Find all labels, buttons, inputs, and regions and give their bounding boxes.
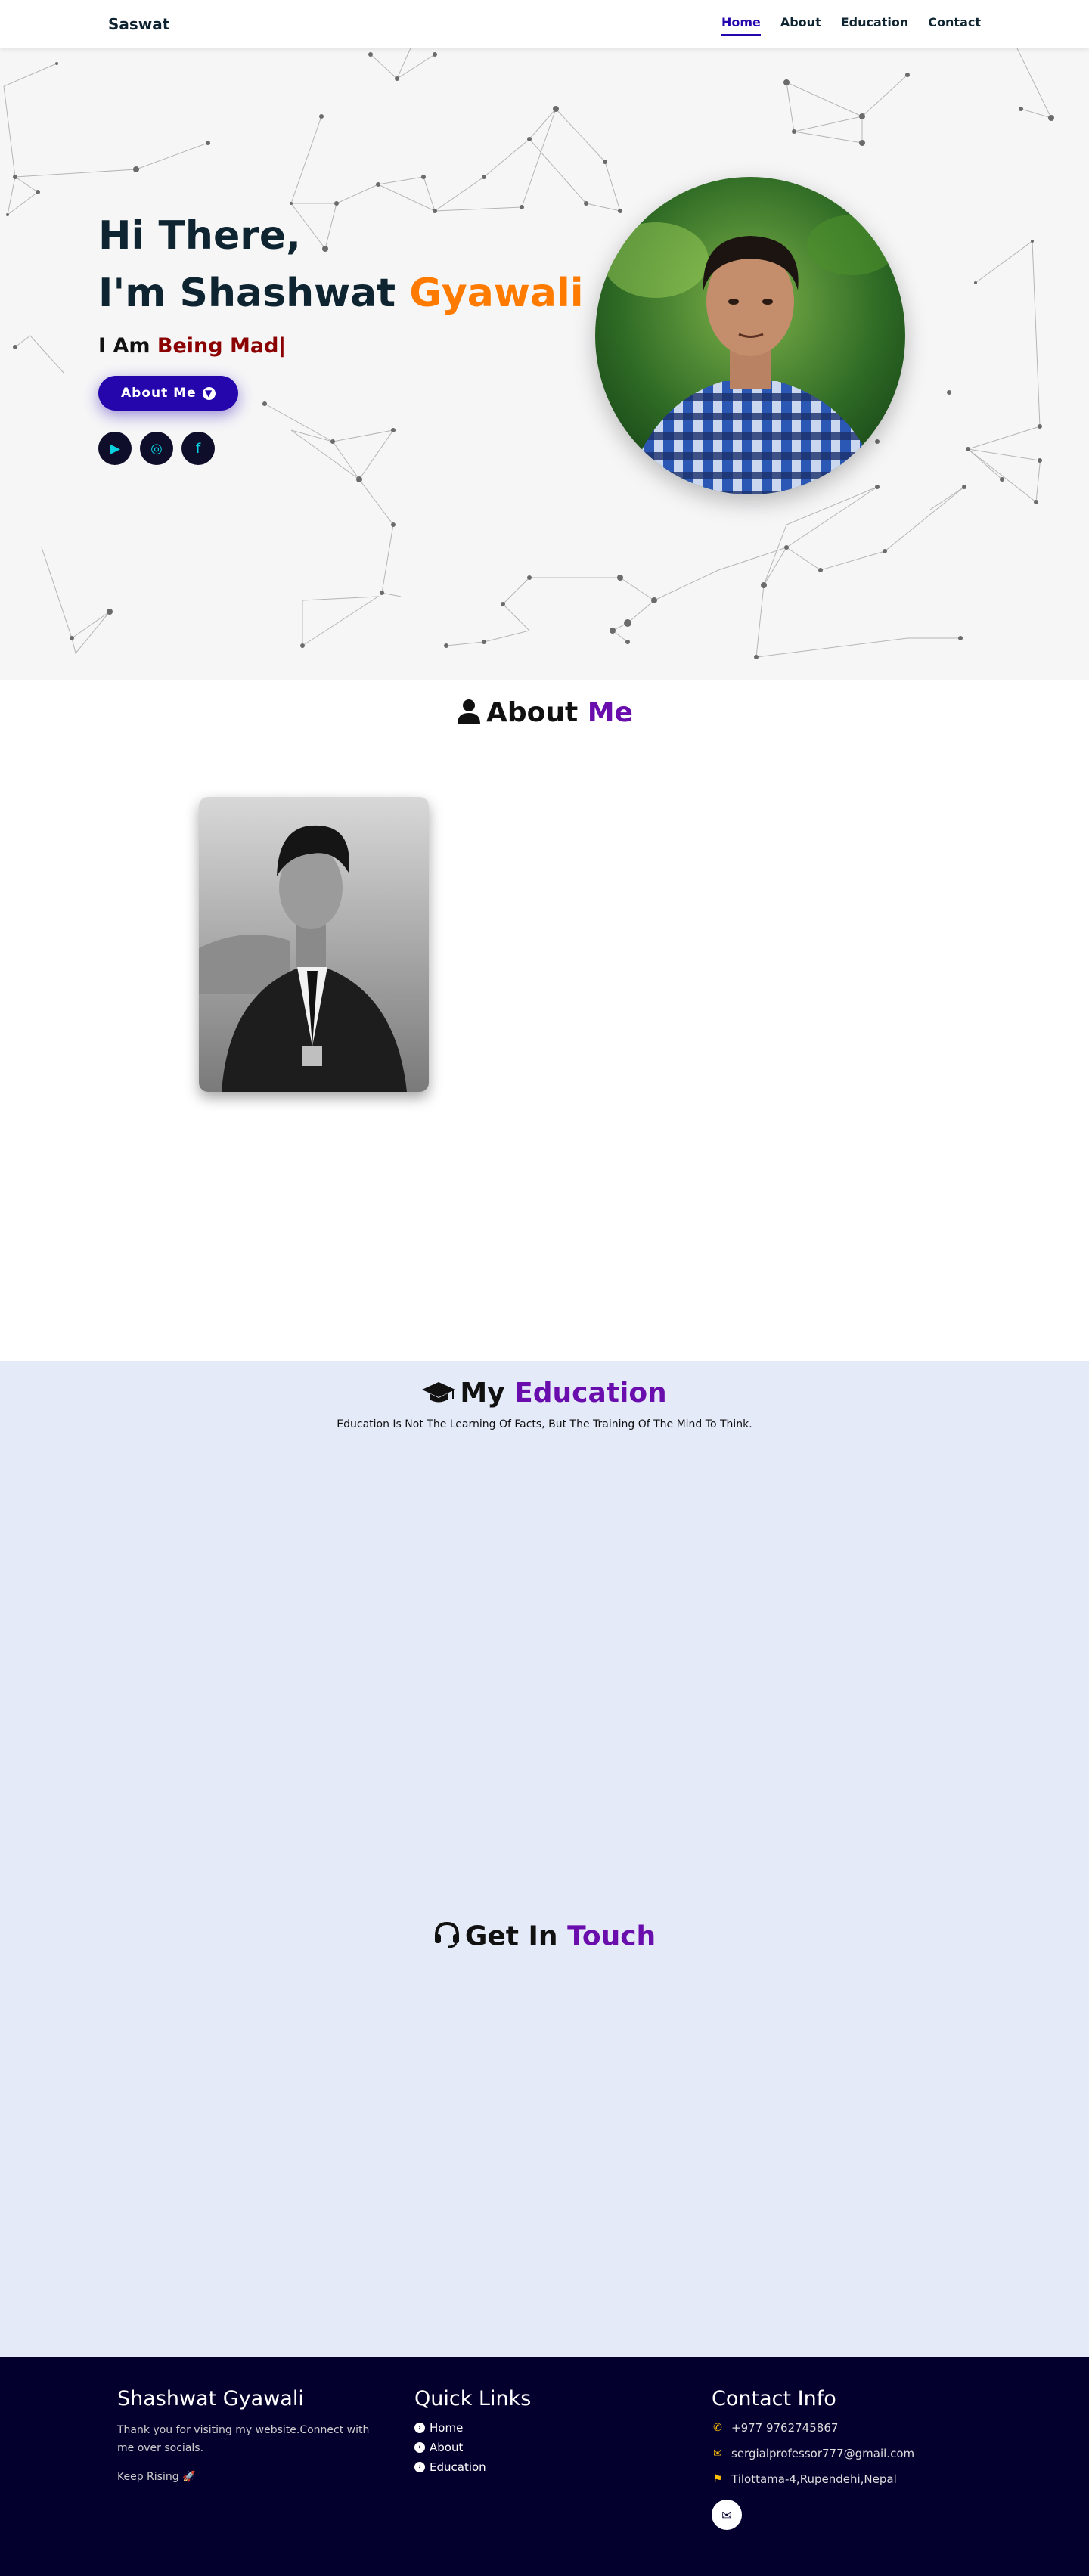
nav-links: Home About Education Contact: [721, 15, 981, 36]
quick-link-home[interactable]: › Home: [414, 2421, 531, 2435]
arrow-down-circle-icon: ▼: [202, 386, 216, 400]
hero-section: Hi There, I'm Shashwat Gyawali I Am Bein…: [0, 48, 1089, 680]
headset-icon: [433, 1920, 461, 1954]
nav-link-education[interactable]: Education: [841, 15, 909, 36]
education-heading-prefix: My: [460, 1378, 515, 1409]
about-me-label: About Me: [121, 386, 197, 401]
contact-address-value: Tilottama-4,Rupendehi,Nepal: [731, 2472, 897, 2486]
nav-link-contact[interactable]: Contact: [928, 15, 981, 36]
user-icon: [456, 698, 482, 730]
footer-name: Shashwat Gyawali: [117, 2387, 304, 2410]
envelope-icon: ✉: [713, 2447, 722, 2460]
quick-link-about[interactable]: › About: [414, 2441, 531, 2454]
contact-phone: ✆ +977 9762745867: [712, 2421, 914, 2435]
contact-heading: Get In Touch: [0, 1920, 1089, 1954]
nav-link-about[interactable]: About: [780, 15, 821, 36]
hero-profile-photo: [595, 177, 905, 494]
education-heading: My Education: [0, 1378, 1089, 1410]
typing-text: I Am Being Mad|: [98, 334, 584, 358]
map-marker-icon: ⚑: [712, 2473, 723, 2485]
nav-link-home[interactable]: Home: [721, 15, 761, 36]
about-section: About Me: [0, 680, 1089, 1361]
contact-info-title: Contact Info: [712, 2387, 836, 2410]
footer-thanks-text: Thank you for visiting my website.Connec…: [117, 2424, 370, 2454]
education-heading-accent: Education: [514, 1378, 667, 1409]
navbar: Saswat Home About Education Contact: [0, 0, 1089, 48]
quick-links-list: › Home › About › Education: [414, 2421, 531, 2474]
quick-link-label: Home: [430, 2421, 464, 2435]
quick-link-education[interactable]: › Education: [414, 2460, 531, 2474]
instagram-icon[interactable]: ◎: [140, 432, 173, 465]
footer: Shashwat Gyawali Thank you for visiting …: [0, 2357, 1089, 2576]
chevron-right-icon: ›: [414, 2462, 425, 2472]
about-heading: About Me: [0, 697, 1089, 730]
contact-phone-value: +977 9762745867: [731, 2421, 839, 2435]
footer-about-column: Shashwat Gyawali Thank you for visiting …: [117, 2387, 374, 2483]
contact-heading-prefix: Get In: [464, 1920, 568, 1952]
footer-tagline: Keep Rising 🚀: [117, 2471, 196, 2483]
footer-contact-column: Contact Info ✆ +977 9762745867 ✉ sergialpr…: [712, 2387, 914, 2530]
about-profile-photo: [199, 797, 429, 1092]
about-me-button[interactable]: About Me ▼: [98, 376, 238, 411]
quick-link-label: Education: [430, 2460, 486, 2474]
chevron-right-icon: ›: [414, 2442, 425, 2453]
typing-accent: Being Mad|: [157, 334, 287, 358]
facebook-icon[interactable]: f: [182, 432, 215, 465]
contact-email-value: sergialprofessor777@gmail.com: [731, 2447, 915, 2460]
contact-heading-accent: Touch: [567, 1920, 656, 1952]
contact-address: ⚑ Tilottama-4,Rupendehi,Nepal: [712, 2472, 914, 2486]
education-quote: Education Is Not The Learning Of Facts, …: [337, 1418, 752, 1431]
phone-icon: ✆: [713, 2422, 722, 2434]
about-heading-accent: Me: [587, 697, 633, 728]
about-heading-prefix: About: [486, 697, 588, 728]
contact-info-list: ✆ +977 9762745867 ✉ sergialprofessor777@gm…: [712, 2421, 914, 2486]
brand-logo[interactable]: Saswat: [108, 15, 169, 33]
hero-text: Hi There, I'm Shashwat Gyawali I Am Bein…: [98, 207, 584, 465]
hero-name: I'm Shashwat Gyawali: [98, 265, 584, 322]
hero-greeting: Hi There,: [98, 213, 301, 259]
graduation-cap-icon: [422, 1379, 456, 1410]
education-contact-section: My Education Education Is Not The Learni…: [0, 1361, 1089, 2357]
footer-quick-links-column: Quick Links › Home › About › Education: [414, 2387, 531, 2474]
social-links: ▶ ◎ f: [98, 432, 584, 465]
mail-button-icon[interactable]: ✉: [712, 2500, 742, 2530]
quick-link-label: About: [430, 2441, 464, 2454]
hero-name-accent: Gyawali: [409, 271, 584, 316]
chevron-right-icon: ›: [414, 2423, 425, 2433]
typing-prefix: I Am: [98, 334, 157, 358]
quick-links-title: Quick Links: [414, 2387, 532, 2410]
youtube-icon[interactable]: ▶: [98, 432, 132, 465]
hero-name-prefix: I'm Shashwat: [98, 271, 410, 316]
contact-email[interactable]: ✉ sergialprofessor777@gmail.com: [712, 2447, 914, 2460]
